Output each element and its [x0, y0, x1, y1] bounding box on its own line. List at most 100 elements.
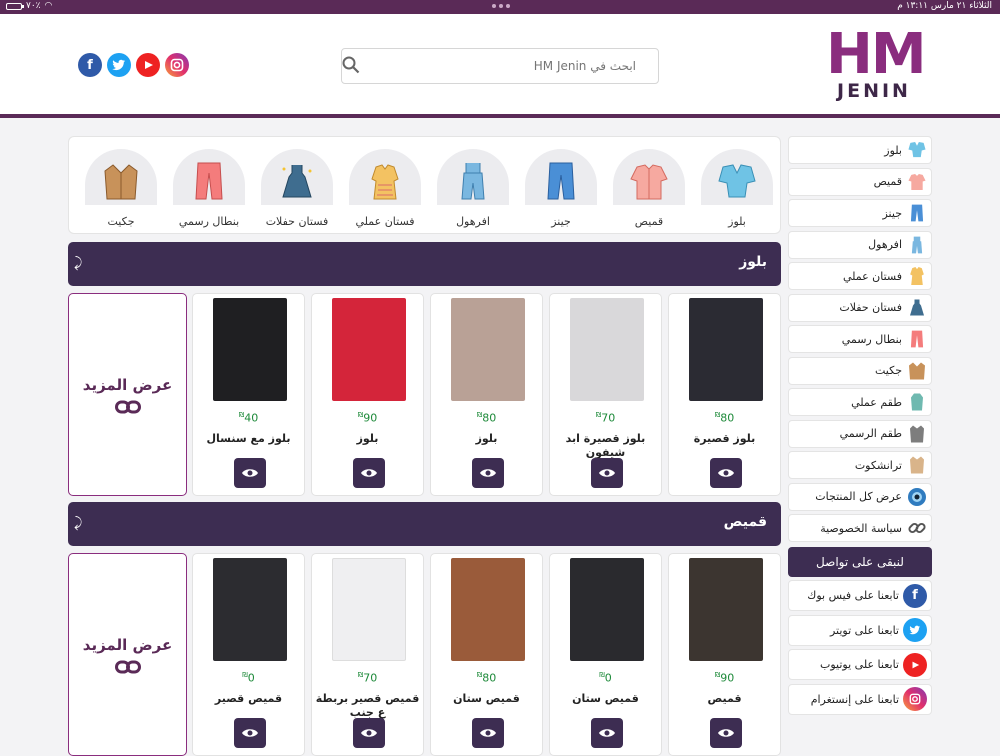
show-more-button[interactable]: عرض المزيد — [68, 553, 187, 756]
twitter-icon[interactable] — [107, 53, 131, 77]
product-image[interactable] — [451, 298, 525, 401]
follow-label: تابعنا على فيس بوك — [807, 589, 899, 602]
sidebar-item-label: فستان حفلات — [839, 301, 902, 314]
product-card[interactable]: ₪0 قميص ستان — [549, 553, 662, 756]
party-dress-icon — [261, 149, 333, 205]
product-name[interactable]: قميص قصير — [195, 692, 302, 706]
sidebar-item-blouse[interactable]: بلوز — [788, 136, 932, 164]
view-button[interactable] — [591, 718, 623, 748]
follow-facebook[interactable]: تابعنا على فيس بوك f — [788, 580, 932, 611]
product-name[interactable]: بلوز مع سنسال — [195, 432, 302, 446]
show-more-button[interactable]: عرض المزيد — [68, 293, 187, 496]
product-image[interactable] — [451, 558, 525, 661]
sidebar-item-jacket[interactable]: جكيت — [788, 356, 932, 385]
multitask-dots[interactable] — [492, 4, 510, 8]
logo[interactable]: HM JENIN — [826, 22, 927, 102]
product-image[interactable] — [570, 298, 644, 401]
search-box[interactable] — [341, 48, 659, 84]
category-overalls[interactable]: افرهول — [435, 149, 511, 228]
view-button[interactable] — [710, 458, 742, 488]
instagram-icon[interactable] — [165, 53, 189, 77]
sidebar-item-shirt[interactable]: قميص — [788, 167, 932, 196]
product-image[interactable] — [689, 558, 763, 661]
twitter-icon — [903, 618, 927, 642]
product-name[interactable]: قميص ستان — [552, 692, 659, 706]
product-name[interactable]: بلوز — [314, 432, 421, 446]
follow-instagram[interactable]: تابعنا على إنستغرام — [788, 683, 932, 715]
sidebar-item-overalls[interactable]: افرهول — [788, 230, 932, 259]
product-image[interactable] — [332, 558, 406, 661]
product-name[interactable]: قميص ستان — [433, 692, 540, 706]
product-image[interactable] — [213, 298, 287, 401]
logo-mark: HM — [826, 22, 927, 87]
product-image[interactable] — [570, 558, 644, 661]
view-button[interactable] — [472, 718, 504, 748]
product-card[interactable]: ₪80 قميص ستان — [430, 553, 543, 756]
shirt-icon — [906, 171, 928, 193]
sidebar-item-jeans[interactable]: جينز — [788, 199, 932, 227]
view-button[interactable] — [353, 458, 385, 488]
product-card[interactable]: ₪40 بلوز مع سنسال — [192, 293, 305, 496]
sidebar-item-all-products[interactable]: عرض كل المنتجات — [788, 482, 932, 511]
follow-twitter[interactable]: تابعنا على تويتر — [788, 614, 932, 646]
product-card[interactable]: ₪90 قميص — [668, 553, 781, 756]
search-icon[interactable] — [342, 56, 360, 77]
category-trousers[interactable]: بنطال رسمي — [171, 149, 247, 228]
category-blouse[interactable]: بلوز — [699, 149, 775, 228]
trousers-icon — [906, 328, 928, 350]
view-button[interactable] — [234, 458, 266, 488]
category-jacket[interactable]: جكيت — [83, 149, 159, 228]
product-card[interactable]: ₪70 بلوز قصيرة ابد شيفون — [549, 293, 662, 496]
category-label: جكيت — [107, 215, 135, 228]
category-label: فستان حفلات — [265, 215, 329, 228]
view-button[interactable] — [234, 718, 266, 748]
sidebar-item-label: طقم الرسمي — [839, 427, 902, 440]
category-partial[interactable] — [69, 149, 71, 205]
youtube-icon[interactable] — [136, 53, 160, 77]
overalls-icon — [906, 234, 928, 256]
product-name[interactable]: بلوز قصيرة ابد شيفون — [552, 432, 659, 460]
category-jeans[interactable]: جينز — [523, 149, 599, 228]
search-input[interactable] — [366, 59, 636, 73]
eye-view-icon — [906, 486, 928, 508]
sidebar-item-work-set[interactable]: طقم عملي — [788, 388, 932, 416]
sidebar-item-trousers[interactable]: بنطال رسمي — [788, 325, 932, 353]
product-price: ₪0 — [599, 671, 612, 685]
product-name[interactable]: قميص — [671, 692, 778, 706]
view-button[interactable] — [710, 718, 742, 748]
sidebar-item-trenchcoat[interactable]: ترانشكوت — [788, 451, 932, 479]
view-button[interactable] — [591, 458, 623, 488]
facebook-icon[interactable]: f — [78, 53, 102, 77]
product-image[interactable] — [213, 558, 287, 661]
category-strip: بلوز قميص جينز افرهول فستان عملي فستان ح… — [68, 136, 781, 234]
category-casual-dress[interactable]: فستان عملي — [347, 149, 423, 228]
product-name[interactable]: بلوز — [433, 432, 540, 446]
swipe-icon[interactable]: ⤸ — [74, 515, 82, 531]
product-name[interactable]: بلوز قصيرة — [671, 432, 778, 446]
jeans-icon — [906, 202, 928, 224]
follow-label: تابعنا على تويتر — [829, 623, 899, 637]
product-card[interactable]: ₪70 قميص قصير بربطة ع جنب — [311, 553, 424, 756]
sidebar-item-privacy[interactable]: سياسة الخصوصية — [788, 514, 932, 542]
product-card[interactable]: ₪0 قميص قصير — [192, 553, 305, 756]
sidebar-item-casual-dress[interactable]: فستان عملي — [788, 262, 932, 290]
product-card[interactable]: ₪80 بلوز — [430, 293, 543, 496]
category-party-dress[interactable]: فستان حفلات — [259, 149, 335, 228]
view-button[interactable] — [472, 458, 504, 488]
trenchcoat-icon — [906, 454, 928, 476]
product-card[interactable]: ₪80 بلوز قصيرة — [668, 293, 781, 496]
status-time: ١٣:١١ م — [897, 1, 929, 11]
sidebar-item-party-dress[interactable]: فستان حفلات — [788, 293, 932, 322]
section-title: قميص — [723, 514, 767, 530]
category-shirt[interactable]: قميص — [611, 149, 687, 228]
swipe-icon[interactable]: ⤸ — [74, 255, 82, 271]
product-image[interactable] — [689, 298, 763, 401]
product-card[interactable]: ₪90 بلوز — [311, 293, 424, 496]
product-name[interactable]: قميص قصير بربطة ع جنب — [314, 692, 421, 720]
follow-youtube[interactable]: تابعنا على يوتيوب — [788, 649, 932, 680]
status-clock: الثلاثاء ٢١ مارس ١٣:١١ م — [897, 1, 992, 11]
sidebar-item-formal-set[interactable]: طقم الرسمي — [788, 419, 932, 448]
sidebar-item-label: سياسة الخصوصية — [820, 521, 902, 535]
view-button[interactable] — [353, 718, 385, 748]
product-image[interactable] — [332, 298, 406, 401]
